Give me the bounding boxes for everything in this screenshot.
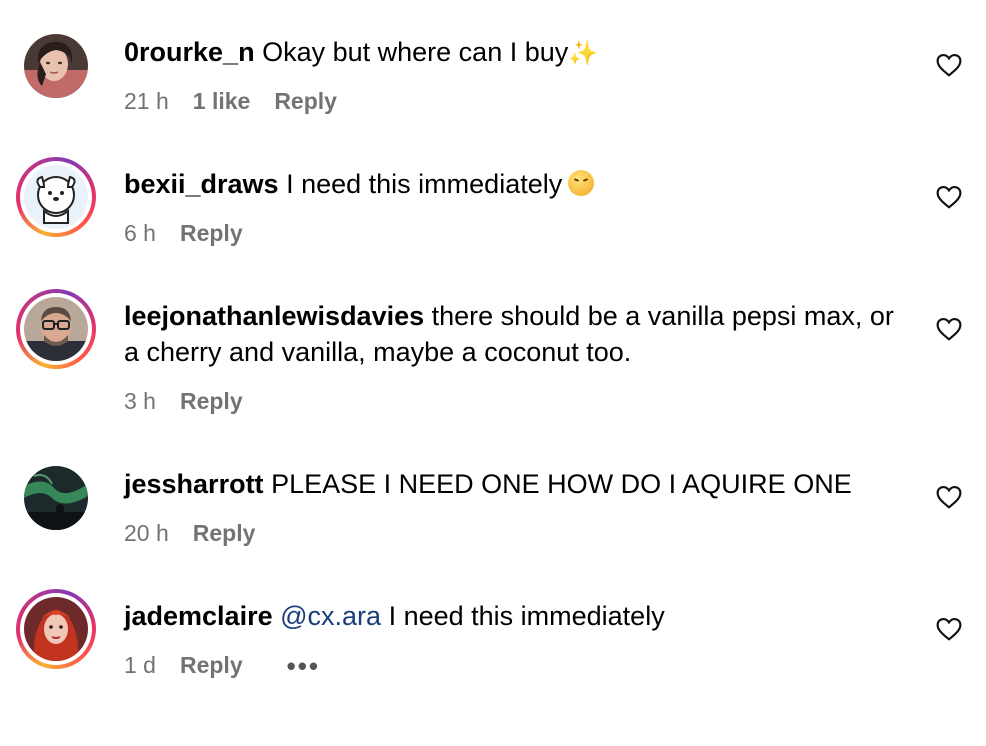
comment-body: jessharrott PLEASE I NEED ONE HOW DO I A… xyxy=(124,466,914,502)
comment-time[interactable]: 6 h xyxy=(124,220,156,247)
comment-time[interactable]: 3 h xyxy=(124,388,156,415)
story-ring[interactable] xyxy=(16,589,96,669)
mention-link[interactable]: @cx.ara xyxy=(280,601,381,631)
reply-button[interactable]: Reply xyxy=(180,652,243,679)
comment-time[interactable]: 21 h xyxy=(124,88,169,115)
comment-item: leejonathanlewisdavies there should be a… xyxy=(0,272,986,440)
comment-item: jessharrott PLEASE I NEED ONE HOW DO I A… xyxy=(0,440,986,572)
comment-username[interactable]: jademclaire xyxy=(124,601,273,631)
comment-meta: 21 h 1 like Reply xyxy=(124,88,337,115)
heart-outline-icon[interactable] xyxy=(936,185,962,209)
steam-from-nose-face-emoji xyxy=(568,170,595,196)
avatar xyxy=(24,297,88,361)
avatar[interactable] xyxy=(24,466,88,530)
comment-time[interactable]: 20 h xyxy=(124,520,169,547)
reply-button[interactable]: Reply xyxy=(180,388,243,415)
comment-body: jademclaire @cx.ara I need this immediat… xyxy=(124,598,914,634)
comment-meta: 6 h Reply xyxy=(124,220,243,247)
heart-outline-icon[interactable] xyxy=(936,53,962,77)
comment-item: bexii_draws I need this immediately 6 h … xyxy=(0,140,986,272)
story-ring[interactable] xyxy=(16,289,96,369)
comment-meta: 3 h Reply xyxy=(124,388,243,415)
comment-item: 0rourke_n Okay but where can I buy✨ 21 h… xyxy=(0,0,986,140)
comment-meta: 20 h Reply xyxy=(124,520,255,547)
comment-body: bexii_draws I need this immediately xyxy=(124,166,914,202)
comment-text: PLEASE I NEED ONE HOW DO I AQUIRE ONE xyxy=(271,469,852,499)
reply-button[interactable]: Reply xyxy=(180,220,243,247)
heart-outline-icon[interactable] xyxy=(936,317,962,341)
reply-button[interactable]: Reply xyxy=(193,520,256,547)
story-ring[interactable] xyxy=(16,157,96,237)
comment-username[interactable]: leejonathanlewisdavies xyxy=(124,301,424,331)
comment-body: leejonathanlewisdavies there should be a… xyxy=(124,298,914,370)
avatar xyxy=(24,597,88,661)
comment-time[interactable]: 1 d xyxy=(124,652,156,679)
comment-meta: 1 d Reply ••• xyxy=(124,652,320,679)
heart-outline-icon[interactable] xyxy=(936,485,962,509)
comment-username[interactable]: jessharrott xyxy=(124,469,264,499)
comment-item: jademclaire @cx.ara I need this immediat… xyxy=(0,572,986,712)
comment-likes[interactable]: 1 like xyxy=(193,88,251,115)
comment-username[interactable]: 0rourke_n xyxy=(124,37,255,67)
comment-text: Okay but where can I buy xyxy=(262,37,569,67)
sparkles-emoji: ✨ xyxy=(568,40,599,67)
heart-outline-icon[interactable] xyxy=(936,617,962,641)
comment-body: 0rourke_n Okay but where can I buy✨ xyxy=(124,34,914,72)
comment-username[interactable]: bexii_draws xyxy=(124,169,279,199)
more-options-icon[interactable]: ••• xyxy=(287,653,320,679)
comment-text: I need this immediately xyxy=(388,601,665,631)
avatar xyxy=(24,165,88,229)
comment-text: I need this immediately xyxy=(286,169,563,199)
reply-button[interactable]: Reply xyxy=(274,88,337,115)
avatar[interactable] xyxy=(24,34,88,98)
